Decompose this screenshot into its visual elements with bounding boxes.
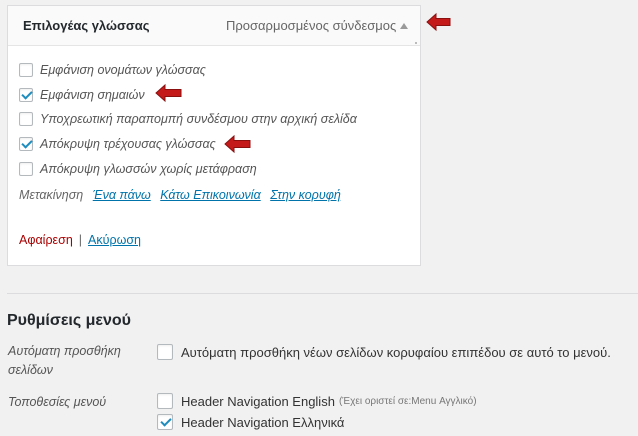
cancel-link[interactable]: Ακύρωση — [88, 233, 141, 247]
move-controls: Μετακίνηση Ένα πάνω Κάτω Επικοινωνία Στη… — [19, 188, 341, 202]
arrow-up-triangle-icon[interactable] — [400, 23, 408, 29]
option-force-home-link[interactable]: Υποχρεωτική παραπομπή συνδέσμου στην αρχ… — [19, 112, 357, 126]
option-show-flags[interactable]: Εμφάνιση σημαιών — [19, 88, 145, 102]
section-divider — [7, 293, 638, 294]
actions-separator: | — [78, 233, 83, 247]
option-label: Απόκρυψη γλωσσών χωρίς μετάφραση — [40, 162, 257, 176]
checkbox-hide-untranslated[interactable] — [19, 162, 33, 176]
auto-add-label: Αυτόματη προσθήκη σελίδων — [8, 344, 121, 377]
checkbox-header-english[interactable] — [157, 393, 173, 409]
auto-add-pages-option[interactable]: Αυτόματη προσθήκη νέων σελίδων κορυφαίου… — [157, 344, 611, 360]
checkbox-auto-add-pages[interactable] — [157, 344, 173, 360]
red-arrow-icon — [426, 12, 451, 32]
location-label: Header Navigation English — [181, 393, 335, 409]
location-note: (Έχει οριστεί σε:Menu Αγγλικό) — [338, 395, 477, 407]
checkbox-show-language-names[interactable] — [19, 63, 33, 77]
red-arrow-icon — [224, 134, 251, 154]
checkbox-show-flags[interactable] — [19, 88, 33, 102]
menu-item-title: Επιλογέας γλώσσας — [23, 18, 150, 33]
checkbox-header-greek[interactable] — [157, 414, 173, 430]
option-label: Υποχρεωτική παραπομπή συνδέσμου στην αρχ… — [40, 112, 357, 126]
option-hide-current-language[interactable]: Απόκρυψη τρέχουσας γλώσσας — [19, 137, 216, 151]
option-label: Εμφάνιση σημαιών — [40, 88, 145, 102]
location-header-english[interactable]: Header Navigation English (Έχει οριστεί … — [157, 393, 477, 409]
menu-item-header[interactable]: Επιλογέας γλώσσας Προσαρμοσμένος σύνδεσμ… — [8, 6, 420, 46]
item-actions: Αφαίρεση | Ακύρωση — [19, 233, 141, 247]
menu-locations-label: Τοποθεσίες μενού — [8, 395, 107, 409]
move-under-link[interactable]: Κάτω Επικοινωνία — [160, 188, 260, 202]
auto-add-option-label: Αυτόματη προσθήκη νέων σελίδων κορυφαίου… — [181, 344, 611, 360]
checkbox-hide-current-language[interactable] — [19, 137, 33, 151]
menu-item-type: Προσαρμοσμένος σύνδεσμος — [226, 18, 397, 33]
option-label: Εμφάνιση ονομάτων γλώσσας — [40, 63, 206, 77]
remove-link[interactable]: Αφαίρεση — [19, 233, 73, 247]
menu-item-box: Επιλογέας γλώσσας Προσαρμοσμένος σύνδεσμ… — [7, 5, 421, 266]
menu-settings-title: Ρυθμίσεις μενού — [7, 312, 131, 329]
move-label: Μετακίνηση — [19, 188, 84, 202]
option-label: Απόκρυψη τρέχουσας γλώσσας — [40, 137, 216, 151]
location-label: Header Navigation Ελληνικά — [181, 414, 345, 430]
resize-dot — [415, 42, 417, 44]
option-hide-untranslated[interactable]: Απόκρυψη γλωσσών χωρίς μετάφραση — [19, 162, 257, 176]
location-header-greek[interactable]: Header Navigation Ελληνικά — [157, 414, 344, 430]
move-top-link[interactable]: Στην κορυφή — [270, 188, 341, 202]
option-show-language-names[interactable]: Εμφάνιση ονομάτων γλώσσας — [19, 63, 206, 77]
checkbox-force-home-link[interactable] — [19, 112, 33, 126]
move-up-link[interactable]: Ένα πάνω — [93, 188, 151, 202]
red-arrow-icon — [155, 83, 182, 103]
